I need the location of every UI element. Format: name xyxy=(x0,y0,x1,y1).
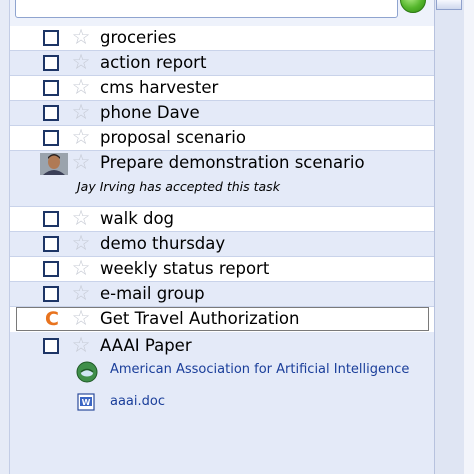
task-label: groceries xyxy=(100,28,177,47)
star-icon[interactable]: ☆ xyxy=(70,101,92,123)
task-label: walk dog xyxy=(100,209,175,228)
task-checkbox[interactable] xyxy=(43,105,59,121)
assignee-avatar xyxy=(40,153,68,175)
task-label: AAAI Paper xyxy=(100,336,192,355)
star-icon[interactable]: ☆ xyxy=(70,307,92,329)
task-label: phone Dave xyxy=(100,103,200,122)
task-checkbox[interactable] xyxy=(43,211,59,227)
attachment-link[interactable]: American Association for Artificial Inte… xyxy=(110,362,410,377)
task-checkbox[interactable] xyxy=(43,261,59,277)
c-status-icon: C xyxy=(45,308,59,330)
task-row[interactable]: ☆ demo thursday xyxy=(10,232,434,257)
add-task-button[interactable] xyxy=(400,0,426,13)
star-icon[interactable]: ☆ xyxy=(70,232,92,254)
scrollbar-thumb[interactable] xyxy=(436,0,462,10)
task-row[interactable]: ☆ walk dog xyxy=(10,207,434,232)
task-row-selected[interactable]: C ☆ Get Travel Authorization xyxy=(10,307,434,332)
star-icon[interactable]: ☆ xyxy=(70,334,92,356)
task-list: ☆ groceries ☆ action report ☆ cms harves… xyxy=(10,26,434,474)
window-right-edge xyxy=(464,0,474,474)
task-row[interactable]: ☆ phone Dave xyxy=(10,101,434,126)
task-status-note: Jay Irving has accepted this task xyxy=(77,179,280,194)
task-checkbox[interactable] xyxy=(43,80,59,96)
star-icon[interactable]: ☆ xyxy=(70,126,92,148)
task-list-window: ☆ groceries ☆ action report ☆ cms harves… xyxy=(0,0,474,474)
star-icon[interactable]: ☆ xyxy=(70,26,92,48)
vertical-scrollbar[interactable] xyxy=(434,0,464,474)
task-row[interactable]: ☆ cms harvester xyxy=(10,76,434,101)
task-label: cms harvester xyxy=(100,78,219,97)
web-link-icon xyxy=(76,361,98,383)
task-checkbox[interactable] xyxy=(43,286,59,302)
task-row[interactable]: ☆ Prepare demonstration scenario Jay Irv… xyxy=(10,151,434,207)
task-row[interactable]: ☆ action report xyxy=(10,51,434,76)
star-icon[interactable]: ☆ xyxy=(70,207,92,229)
attachment-file-link[interactable]: aaai.doc xyxy=(110,394,165,409)
task-label: demo thursday xyxy=(100,234,226,253)
task-label: weekly status report xyxy=(100,259,270,278)
left-gutter xyxy=(0,0,10,474)
star-icon[interactable]: ☆ xyxy=(70,257,92,279)
task-checkbox[interactable] xyxy=(43,338,59,354)
task-label: e-mail group xyxy=(100,284,205,303)
task-label: action report xyxy=(100,53,207,72)
star-icon[interactable]: ☆ xyxy=(70,76,92,98)
task-checkbox[interactable] xyxy=(43,30,59,46)
task-checkbox[interactable] xyxy=(43,130,59,146)
star-icon[interactable]: ☆ xyxy=(70,51,92,73)
task-row[interactable]: ☆ weekly status report xyxy=(10,257,434,282)
task-label: proposal scenario xyxy=(100,128,246,147)
task-row[interactable]: ☆ e-mail group xyxy=(10,282,434,307)
svg-text:W: W xyxy=(82,398,91,407)
task-label: Get Travel Authorization xyxy=(100,309,300,328)
task-row[interactable]: ☆ AAAI Paper American Association for Ar… xyxy=(10,332,434,474)
word-document-icon: W xyxy=(77,393,97,411)
task-checkbox[interactable] xyxy=(43,55,59,71)
task-label: Prepare demonstration scenario xyxy=(100,153,365,172)
star-icon[interactable]: ☆ xyxy=(70,282,92,304)
new-task-input[interactable] xyxy=(15,0,398,18)
task-row[interactable]: ☆ groceries xyxy=(10,26,434,51)
task-checkbox[interactable] xyxy=(43,236,59,252)
task-row[interactable]: ☆ proposal scenario xyxy=(10,126,434,151)
star-icon[interactable]: ☆ xyxy=(70,151,92,173)
